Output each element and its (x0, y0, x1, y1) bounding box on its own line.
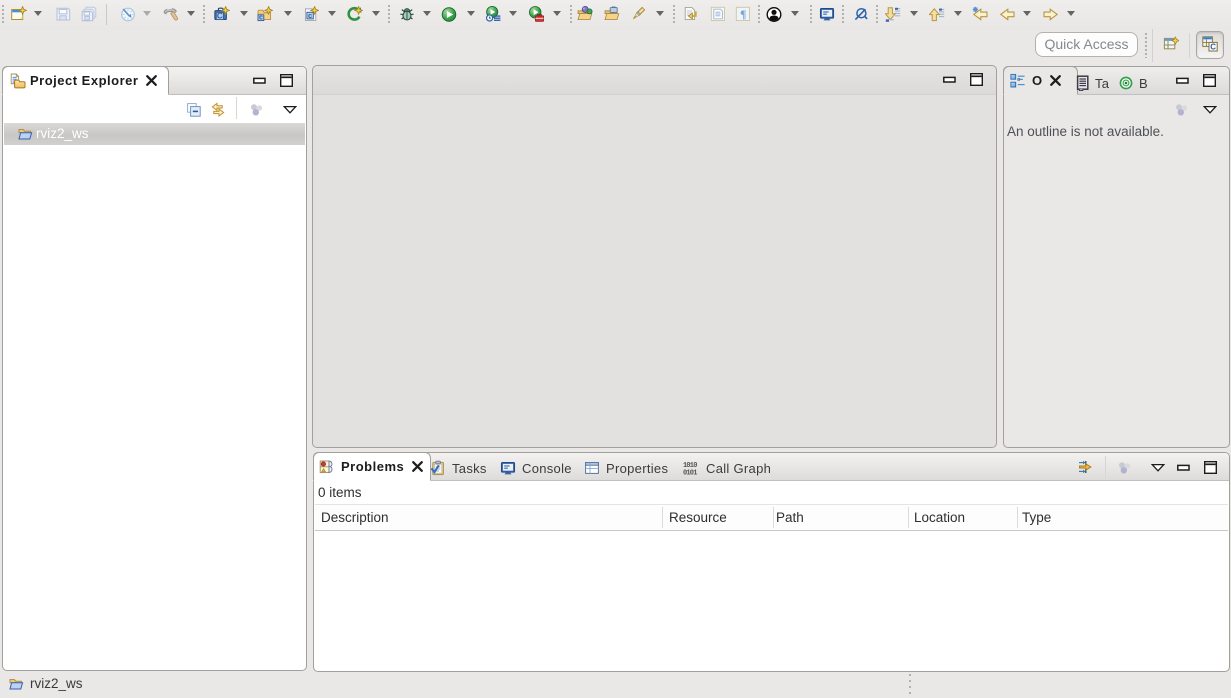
svg-text:C: C (217, 12, 223, 21)
svg-text:C: C (1210, 42, 1216, 51)
svg-text:¶: ¶ (740, 9, 746, 21)
svg-text:c: c (308, 11, 312, 20)
svg-text:0101: 0101 (683, 469, 697, 476)
svg-text:c: c (259, 15, 263, 22)
